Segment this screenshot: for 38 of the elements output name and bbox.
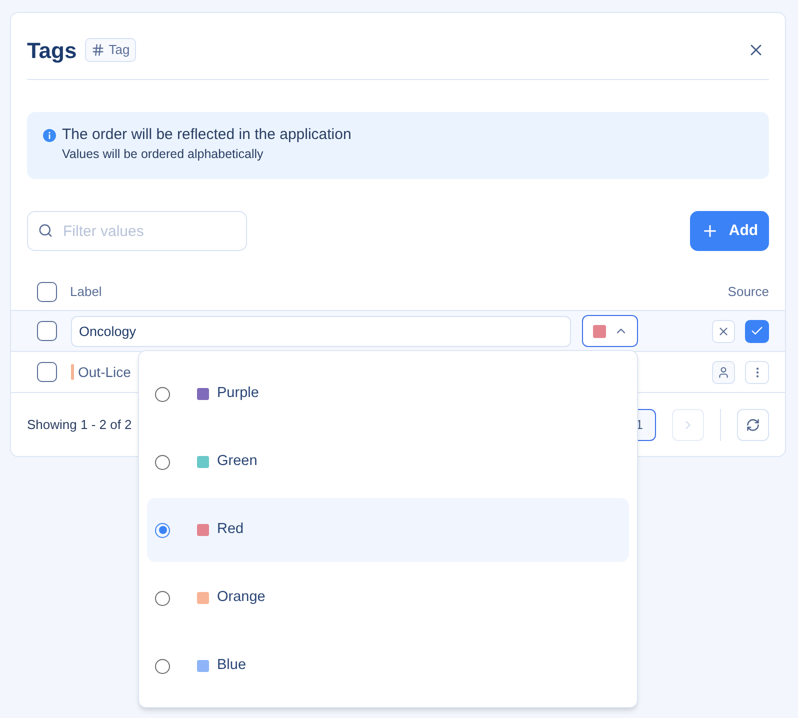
close-icon [717, 324, 730, 338]
hash-icon [90, 43, 105, 57]
info-icon [43, 129, 56, 142]
option-label: Green [217, 452, 258, 472]
checkbox[interactable] [37, 321, 57, 341]
checkbox[interactable] [37, 282, 57, 302]
column-header: Label [70, 282, 102, 301]
search-icon [38, 223, 53, 238]
radio-button[interactable] [155, 386, 170, 402]
radio-button[interactable] [155, 454, 170, 470]
radio-button[interactable] [155, 590, 170, 606]
option-label: Blue [217, 656, 246, 676]
user-icon [717, 366, 730, 378]
add-button[interactable]: Add [690, 211, 769, 251]
row-label: Out-Lice [78, 362, 131, 382]
info-subtitle: Values will be ordered alphabetically [62, 146, 264, 163]
option-label: Red [217, 520, 244, 540]
info-title: The order will be reflected in the application [62, 125, 352, 145]
radio-button[interactable] [155, 658, 170, 674]
color-select[interactable] [582, 315, 638, 347]
confirm-button[interactable] [745, 320, 769, 342]
pagination-summary: Showing 1 - 2 of 2 [27, 416, 132, 434]
refresh-icon [746, 418, 760, 432]
color-option[interactable]: Orange [147, 566, 629, 630]
option-label: Purple [217, 384, 259, 404]
source-user-button[interactable] [712, 360, 735, 384]
option-label: Orange [217, 588, 266, 608]
label-input[interactable]: Oncology [71, 316, 571, 346]
filter-field[interactable]: Filter values [27, 211, 247, 251]
cancel-button[interactable] [712, 320, 735, 342]
dialog-title: Tags [27, 36, 77, 65]
column-header: Source [728, 282, 769, 301]
color-option[interactable]: Blue [147, 634, 629, 698]
refresh-button[interactable] [737, 408, 769, 440]
checkbox[interactable] [37, 362, 57, 382]
radio-button[interactable] [155, 522, 170, 538]
type-badge: Tag [84, 38, 136, 62]
color-option[interactable]: Red [147, 498, 629, 562]
